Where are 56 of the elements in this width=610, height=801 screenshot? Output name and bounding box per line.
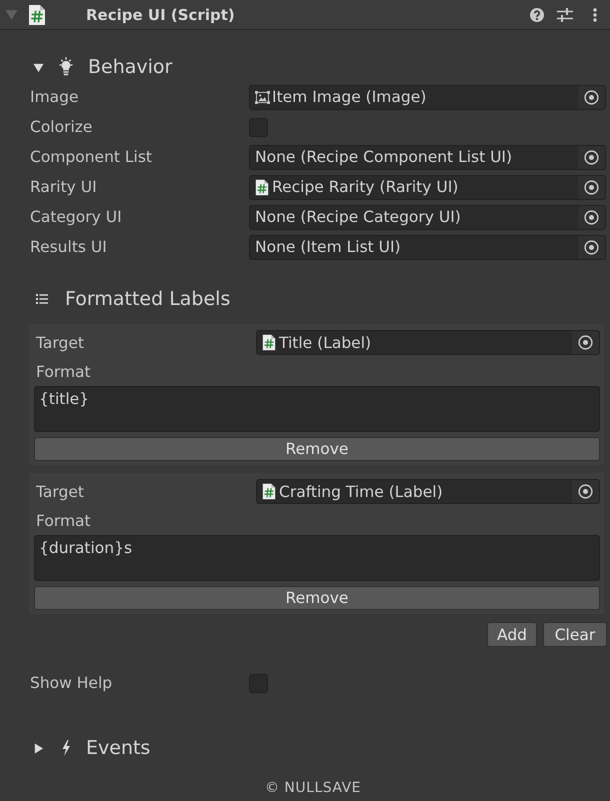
object-picker-button[interactable] <box>572 331 599 354</box>
image-icon <box>255 90 270 104</box>
field-label: Show Help <box>30 674 114 692</box>
script-file-icon <box>28 4 46 26</box>
field-label: Rarity UI <box>30 178 98 196</box>
format-text-area[interactable]: {title} <box>34 386 600 432</box>
object-picker-button[interactable] <box>578 206 605 228</box>
component-title: Recipe UI (Script) <box>86 6 235 24</box>
object-picker-button[interactable] <box>578 86 605 108</box>
object-picker-button[interactable] <box>572 480 599 503</box>
section-title: Behavior <box>88 56 172 78</box>
object-field[interactable]: Crafting Time (Label) <box>256 479 600 504</box>
script-file-icon <box>262 334 276 351</box>
object-field[interactable]: None (Recipe Category UI) <box>249 204 606 230</box>
circle-dot-icon <box>584 180 599 194</box>
field-label: Results UI <box>30 238 108 256</box>
object-picker-button[interactable] <box>578 146 605 168</box>
copyright-text: © NULLSAVE <box>264 779 362 798</box>
remove-button[interactable]: Remove <box>34 586 600 610</box>
format-text-area[interactable]: {duration}s <box>34 535 600 581</box>
field-label: Image <box>30 88 80 106</box>
circle-dot-icon <box>584 210 599 224</box>
section-title: Formatted Labels <box>65 288 230 310</box>
field-label: Category UI <box>30 208 123 226</box>
field-label: Component List <box>30 148 154 166</box>
circle-dot-icon <box>584 240 599 254</box>
list-action-button[interactable]: Add <box>487 622 537 647</box>
circle-dot-icon <box>584 150 599 164</box>
foldout-arrow-icon[interactable] <box>33 62 44 72</box>
object-picker-button[interactable] <box>578 236 605 258</box>
object-field[interactable]: None (Item List UI) <box>249 234 606 260</box>
sliders-icon[interactable] <box>557 8 573 22</box>
list-action-button[interactable]: Clear <box>543 622 607 647</box>
more-options-icon[interactable] <box>593 8 597 22</box>
object-field[interactable]: None (Recipe Component List UI) <box>249 144 606 170</box>
script-file-icon <box>255 178 269 196</box>
circle-dot-icon <box>578 335 593 350</box>
field-label: Target <box>35 334 85 352</box>
field-label: Format <box>35 362 91 383</box>
object-field[interactable]: Recipe Rarity (Rarity UI) <box>249 174 606 200</box>
circle-dot-icon <box>584 90 599 104</box>
object-field[interactable]: Item Image (Image) <box>249 84 606 110</box>
field-label: Target <box>35 482 85 500</box>
help-icon[interactable] <box>530 8 544 22</box>
list-icon <box>36 294 48 304</box>
field-label: Format <box>35 511 91 532</box>
remove-button[interactable]: Remove <box>34 437 600 461</box>
foldout-arrow-icon[interactable] <box>33 742 44 754</box>
object-field[interactable]: Title (Label) <box>256 330 600 355</box>
circle-dot-icon <box>578 484 593 499</box>
light-bulb-icon <box>59 57 73 77</box>
object-picker-button[interactable] <box>578 176 605 198</box>
script-file-icon <box>262 483 276 500</box>
field-label: Colorize <box>30 118 94 136</box>
lightning-bolt-icon <box>61 740 71 756</box>
section-title: Events <box>86 737 150 759</box>
